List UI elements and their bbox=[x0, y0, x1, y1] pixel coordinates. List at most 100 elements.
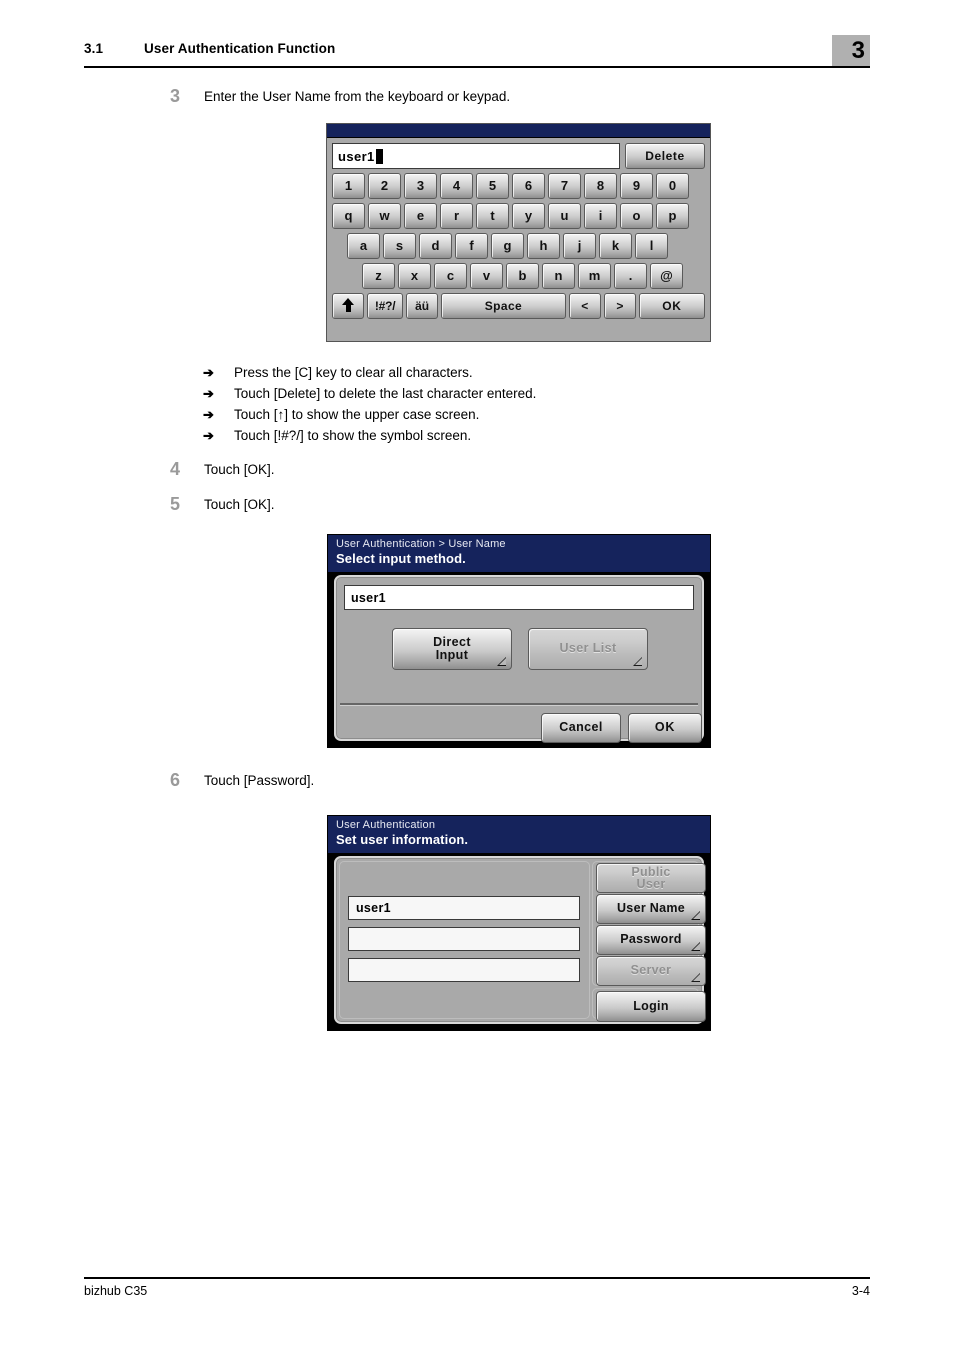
dialog-content: user1 Public User User Name Password Ser… bbox=[334, 856, 706, 1024]
key-f[interactable]: f bbox=[455, 233, 488, 259]
footer-page-number: 3-4 bbox=[851, 1284, 870, 1298]
key-t[interactable]: t bbox=[476, 203, 509, 229]
public-user-label-line2: User bbox=[636, 877, 666, 891]
ok-button[interactable]: OK bbox=[628, 713, 702, 743]
key-x[interactable]: x bbox=[398, 263, 431, 289]
symbol-key[interactable]: !#?/ bbox=[367, 293, 404, 319]
delete-button[interactable]: Delete bbox=[625, 143, 705, 169]
set-user-information-figure: User Authentication Set user information… bbox=[327, 815, 711, 1031]
chapter-badge: 3 bbox=[832, 35, 870, 68]
dialog-title-bar: User Authentication > User Name Select i… bbox=[328, 535, 710, 572]
key-4[interactable]: 4 bbox=[440, 173, 473, 199]
key-period[interactable]: . bbox=[614, 263, 647, 289]
user-name-field[interactable]: user1 bbox=[348, 896, 580, 920]
key-r[interactable]: r bbox=[440, 203, 473, 229]
dialog-content: user1 Direct Input User List Cancel OK bbox=[334, 575, 704, 743]
keyboard-row-qwerty: q w e r t y u i o p bbox=[332, 203, 705, 229]
user-name-button-label: User Name bbox=[616, 901, 685, 916]
key-w[interactable]: w bbox=[368, 203, 401, 229]
space-key[interactable]: Space bbox=[441, 293, 566, 319]
step-4-number: 4 bbox=[170, 459, 181, 479]
key-h[interactable]: h bbox=[527, 233, 560, 259]
user-info-buttons-panel: Public User User Name Password Server Lo… bbox=[592, 861, 706, 1022]
key-m[interactable]: m bbox=[578, 263, 611, 289]
keyboard-entry-row: user1 Delete bbox=[332, 143, 705, 169]
popup-corner-icon bbox=[691, 942, 700, 951]
key-j[interactable]: j bbox=[563, 233, 596, 259]
key-9[interactable]: 9 bbox=[620, 173, 653, 199]
dialog-breadcrumb: User Authentication > User Name bbox=[336, 538, 506, 550]
dialog-title: Set user information. bbox=[336, 832, 469, 847]
key-p[interactable]: p bbox=[656, 203, 689, 229]
key-i[interactable]: i bbox=[584, 203, 617, 229]
key-d[interactable]: d bbox=[419, 233, 452, 259]
key-o[interactable]: o bbox=[620, 203, 653, 229]
cursor-left-key[interactable]: < bbox=[568, 293, 601, 319]
bullet-text: Touch [!#?/] to show the symbol screen. bbox=[234, 428, 472, 443]
step-5-text: Touch [OK]. bbox=[204, 497, 275, 512]
ok-key[interactable]: OK bbox=[638, 293, 705, 319]
chapter-badge-number: 3 bbox=[851, 37, 865, 64]
bullet-list: ➔ Press the [C] key to clear all charact… bbox=[203, 363, 763, 447]
public-user-button[interactable]: Public User bbox=[596, 863, 706, 893]
keyboard-body: user1 Delete 1 2 3 4 5 6 7 8 9 0 q w e r… bbox=[327, 138, 710, 323]
login-button[interactable]: Login bbox=[596, 991, 706, 1022]
key-k[interactable]: k bbox=[599, 233, 632, 259]
key-b[interactable]: b bbox=[506, 263, 539, 289]
user-list-button[interactable]: User List bbox=[528, 628, 648, 670]
server-field[interactable] bbox=[348, 958, 580, 982]
key-v[interactable]: v bbox=[470, 263, 503, 289]
keyboard-row-numbers: 1 2 3 4 5 6 7 8 9 0 bbox=[332, 173, 705, 199]
step-6-text: Touch [Password]. bbox=[204, 773, 315, 788]
key-u[interactable]: u bbox=[548, 203, 581, 229]
footer-product-name: bizhub C35 bbox=[84, 1284, 148, 1298]
key-at[interactable]: @ bbox=[650, 263, 683, 289]
direct-input-label-line2: Input bbox=[435, 648, 469, 662]
popup-corner-icon bbox=[497, 657, 506, 666]
password-button[interactable]: Password bbox=[596, 925, 706, 955]
cursor-right-key[interactable]: > bbox=[603, 293, 636, 319]
key-2[interactable]: 2 bbox=[368, 173, 401, 199]
key-l[interactable]: l bbox=[635, 233, 668, 259]
key-n[interactable]: n bbox=[542, 263, 575, 289]
user-list-label: User List bbox=[559, 641, 617, 656]
key-1[interactable]: 1 bbox=[332, 173, 365, 199]
direct-input-button[interactable]: Direct Input bbox=[392, 628, 512, 670]
key-8[interactable]: 8 bbox=[584, 173, 617, 199]
dialog-title-bar: User Authentication Set user information… bbox=[328, 816, 710, 853]
popup-corner-icon bbox=[633, 657, 642, 666]
key-z[interactable]: z bbox=[362, 263, 395, 289]
dialog-title: Select input method. bbox=[336, 551, 466, 566]
key-5[interactable]: 5 bbox=[476, 173, 509, 199]
server-button[interactable]: Server bbox=[596, 956, 706, 986]
user-name-value: user1 bbox=[351, 590, 386, 605]
key-3[interactable]: 3 bbox=[404, 173, 437, 199]
key-c[interactable]: c bbox=[434, 263, 467, 289]
cancel-button[interactable]: Cancel bbox=[541, 713, 621, 743]
bullet-item: ➔ Touch [↑] to show the upper case scree… bbox=[203, 405, 763, 426]
accent-key[interactable]: äü bbox=[406, 293, 439, 319]
user-name-button[interactable]: User Name bbox=[596, 894, 706, 924]
page-header: 3.1 User Authentication Function 3 bbox=[84, 35, 870, 70]
password-field[interactable] bbox=[348, 927, 580, 951]
dialog-divider bbox=[340, 703, 698, 706]
key-q[interactable]: q bbox=[332, 203, 365, 229]
key-a[interactable]: a bbox=[347, 233, 380, 259]
user-info-fields-panel: user1 bbox=[339, 861, 590, 1019]
key-6[interactable]: 6 bbox=[512, 173, 545, 199]
shift-key[interactable] bbox=[332, 293, 365, 319]
server-button-label: Server bbox=[630, 963, 672, 978]
user-name-display-field[interactable]: user1 bbox=[344, 585, 694, 610]
key-y[interactable]: y bbox=[512, 203, 545, 229]
key-7[interactable]: 7 bbox=[548, 173, 581, 199]
keyboard-text-input[interactable]: user1 bbox=[332, 143, 620, 169]
key-s[interactable]: s bbox=[383, 233, 416, 259]
bullet-item: ➔ Touch [!#?/] to show the symbol screen… bbox=[203, 426, 763, 447]
key-e[interactable]: e bbox=[404, 203, 437, 229]
step-4-text: Touch [OK]. bbox=[204, 462, 275, 477]
key-g[interactable]: g bbox=[491, 233, 524, 259]
step-3-text: Enter the User Name from the keyboard or… bbox=[204, 89, 511, 104]
bullet-text: Touch [Delete] to delete the last charac… bbox=[234, 386, 537, 401]
key-0[interactable]: 0 bbox=[656, 173, 689, 199]
arrow-right-icon: ➔ bbox=[203, 365, 214, 380]
